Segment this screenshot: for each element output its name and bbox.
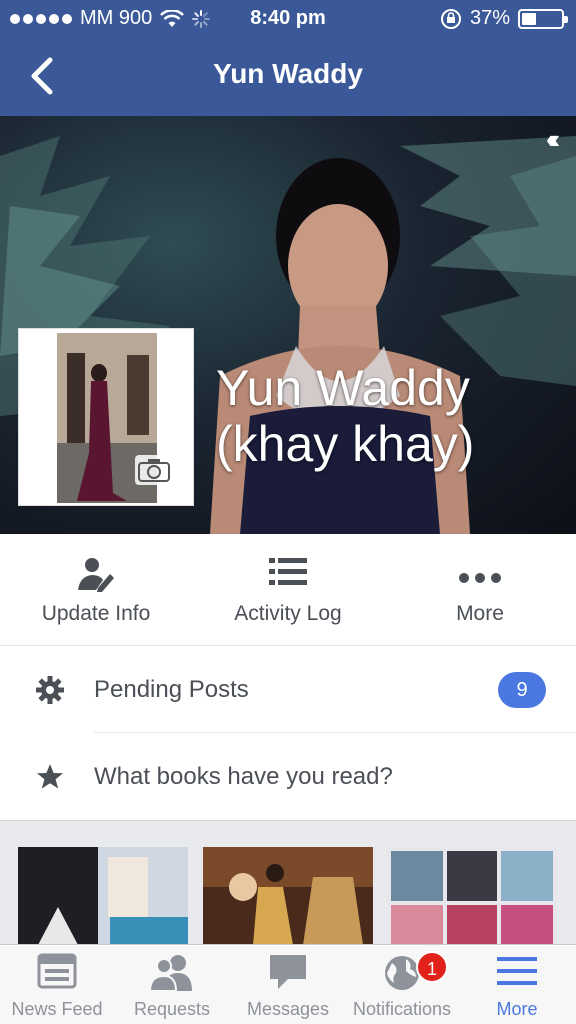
news-feed-icon xyxy=(0,953,114,993)
expand-arrows-icon[interactable]: ‹‹‹ xyxy=(546,124,560,155)
tab-messages[interactable]: Messages xyxy=(230,945,346,1024)
tab-notifications-label: Notifications xyxy=(352,999,452,1019)
tab-more-label: More xyxy=(496,999,538,1019)
battery-percent: 37% xyxy=(469,7,510,29)
messages-icon xyxy=(230,953,346,993)
photo-thumbnail[interactable] xyxy=(18,847,188,945)
profile-name: Yun Waddy (khay khay) xyxy=(216,360,556,472)
update-info-label: Update Info xyxy=(41,602,151,625)
tab-more[interactable]: More xyxy=(458,945,576,1024)
more-actions-label: More xyxy=(456,602,504,625)
star-icon xyxy=(37,764,63,789)
more-actions-button[interactable]: More xyxy=(384,534,576,646)
photo-thumbnail[interactable] xyxy=(387,847,557,945)
profile-actions: Update Info Activity Log More xyxy=(0,534,576,646)
activity-log-label: Activity Log xyxy=(234,602,342,625)
notifications-badge: 1 xyxy=(416,951,448,983)
pending-posts-count-badge: 9 xyxy=(498,672,546,708)
more-dots-icon xyxy=(384,556,576,592)
tab-requests-label: Requests xyxy=(133,999,211,1019)
profile-name-line1: Yun Waddy xyxy=(216,360,470,416)
tab-notifications[interactable]: 1 Notifications xyxy=(346,945,458,1024)
tab-news-feed-label: News Feed xyxy=(11,999,103,1019)
navigation-bar: Yun Waddy xyxy=(0,38,576,116)
page-title: Yun Waddy xyxy=(213,58,363,89)
tab-messages-label: Messages xyxy=(246,999,330,1019)
pending-posts-row[interactable]: Pending Posts 9 xyxy=(0,646,576,733)
tab-news-feed[interactable]: News Feed xyxy=(0,945,114,1024)
profile-list: Pending Posts 9 What books have you read… xyxy=(0,646,576,820)
rotation-lock-icon xyxy=(440,8,461,29)
photo-thumbnail[interactable] xyxy=(203,847,373,945)
cover-photo[interactable]: ‹‹‹ Yun Waddy (khay khay) xyxy=(0,116,576,534)
tab-bar: News Feed Requests Messages 1 Notificati… xyxy=(0,944,576,1024)
menu-icon xyxy=(458,953,576,993)
status-right: 37% xyxy=(440,7,568,30)
friend-requests-icon xyxy=(114,953,230,993)
edit-profile-icon xyxy=(0,556,192,592)
battery-fill xyxy=(522,12,537,25)
tab-requests[interactable]: Requests xyxy=(114,945,230,1024)
profile-name-line2: (khay khay) xyxy=(216,416,475,472)
camera-icon[interactable] xyxy=(135,455,173,485)
status-bar: MM 900 8:40 pm 37% xyxy=(0,0,576,38)
photos-strip xyxy=(0,820,576,945)
activity-log-button[interactable]: Activity Log xyxy=(192,534,384,646)
gear-icon xyxy=(36,676,64,704)
profile-picture[interactable] xyxy=(18,328,194,506)
books-row[interactable]: What books have you read? xyxy=(0,733,576,820)
books-label: What books have you read? xyxy=(94,763,393,790)
list-icon xyxy=(192,556,384,592)
pending-posts-label: Pending Posts xyxy=(94,676,249,703)
battery-icon xyxy=(518,8,568,29)
update-info-button[interactable]: Update Info xyxy=(0,534,192,646)
